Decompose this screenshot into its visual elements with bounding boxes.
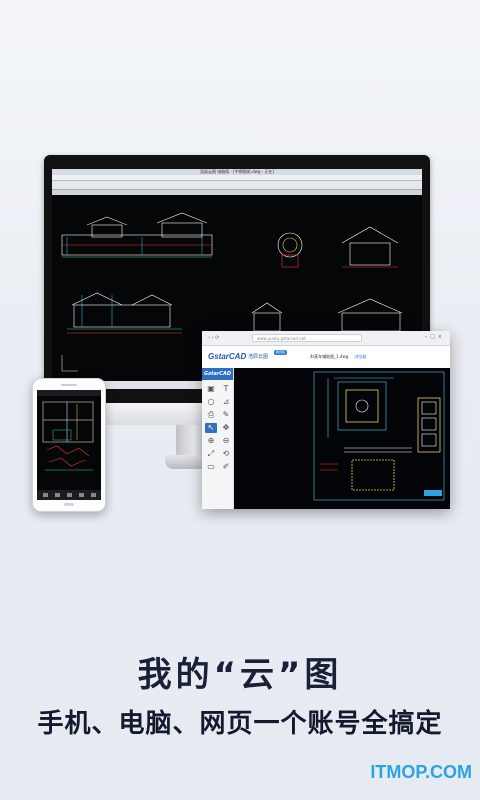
- print-icon[interactable]: ⎙: [205, 410, 217, 420]
- subheadline: 手机、电脑、网页一个账号全搞定: [37, 709, 443, 739]
- rotate-icon[interactable]: ⟲: [220, 449, 232, 459]
- mobile-cad-drawing: [37, 390, 101, 500]
- pen-icon[interactable]: ✐: [220, 462, 232, 472]
- zoom-in-icon[interactable]: ⊕: [205, 436, 217, 446]
- file-name-text: 4t蒸车辅助图_1.dwg: [310, 354, 349, 359]
- circle-icon[interactable]: ○: [205, 397, 217, 407]
- site-watermark: ITMOP.COM: [370, 762, 472, 782]
- phone-home-button: [64, 503, 74, 506]
- text-icon[interactable]: T: [220, 384, 232, 394]
- headline: 我的“云”图: [137, 655, 343, 695]
- tool-grid: ▣ T ○ ⊿ ⎙ ✎ ↖ ✥ ⊕ ⊖ ⤢ ⟲ ▭ ✐: [202, 380, 233, 476]
- web-browser-window: ‹ › ⟳ www.yuntu.gstarcad.net –□× GstarCA…: [202, 331, 450, 509]
- cad-toolbar[interactable]: [52, 181, 422, 190]
- web-drawing-canvas[interactable]: [234, 368, 450, 509]
- select-icon[interactable]: ↖: [205, 423, 217, 433]
- mobile-cad-app[interactable]: [37, 390, 101, 500]
- browser-toolbar: ‹ › ⟳ www.yuntu.gstarcad.net –□×: [202, 331, 450, 346]
- web-tool-sidebar: GstarCAD ▣ T ○ ⊿ ⎙ ✎ ↖ ✥ ⊕ ⊖ ⤢ ⟲ ▭ ✐: [202, 368, 234, 509]
- web-version-badge: 网页版: [274, 350, 288, 355]
- web-app-header: GstarCAD 浩辰云图 网页版 4t蒸车辅助图_1.dwg 浏览器: [202, 346, 450, 369]
- layer-icon[interactable]: ▣: [205, 384, 217, 394]
- mobile-phone: [32, 378, 106, 512]
- web-viewer: GstarCAD ▣ T ○ ⊿ ⎙ ✎ ↖ ✥ ⊕ ⊖ ⤢ ⟲ ▭ ✐: [202, 368, 450, 509]
- file-tag[interactable]: 浏览器: [354, 354, 366, 359]
- pan-icon[interactable]: ✥: [220, 423, 232, 433]
- fit-icon[interactable]: ⤢: [205, 449, 217, 459]
- phone-speaker: [61, 384, 77, 386]
- window-controls-icon[interactable]: –□×: [425, 334, 445, 340]
- sidebar-logo: GstarCAD: [202, 368, 233, 380]
- edit-icon[interactable]: ✎: [220, 410, 232, 420]
- web-cad-drawing: [313, 371, 445, 501]
- gstarcad-logo: GstarCAD: [208, 352, 247, 361]
- browser-nav-icons[interactable]: ‹ › ⟳: [208, 335, 219, 341]
- app-name: 浩辰云图: [248, 354, 269, 360]
- measure-icon[interactable]: ⊿: [220, 397, 232, 407]
- open-file-name: 4t蒸车辅助图_1.dwg 浏览器: [310, 354, 366, 360]
- zoom-out-icon[interactable]: ⊖: [220, 436, 232, 446]
- browser-address-bar[interactable]: www.yuntu.gstarcad.net: [252, 334, 362, 342]
- folder-icon[interactable]: ▭: [205, 462, 217, 472]
